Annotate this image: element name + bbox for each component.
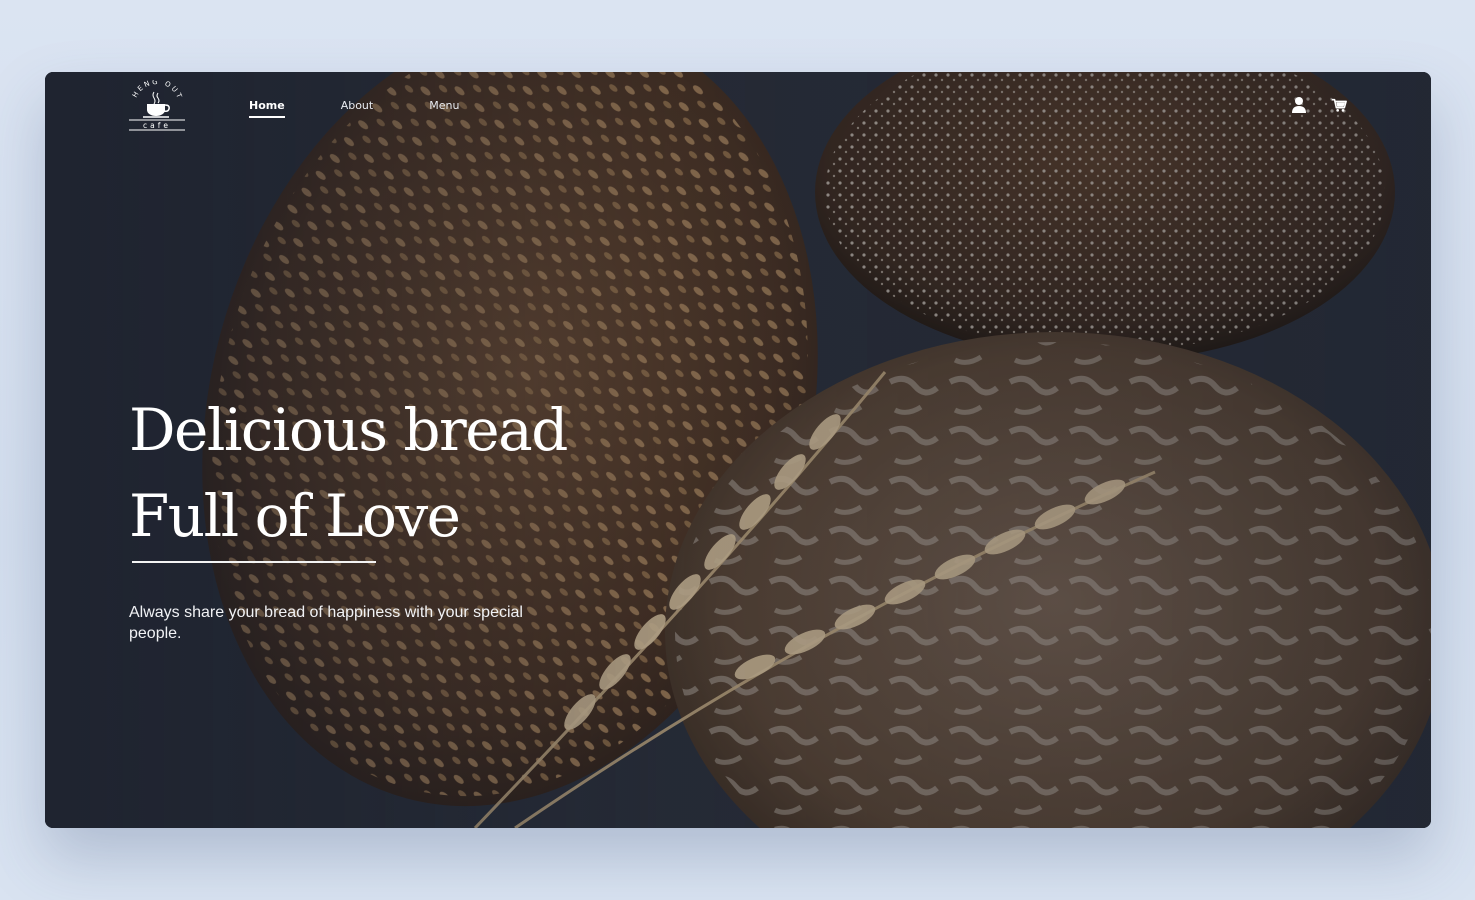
user-icon[interactable]	[1291, 96, 1307, 114]
nav-links: Home About Menu	[249, 99, 515, 118]
hero-headline-line-1: Delicious bread	[129, 396, 568, 464]
nav-actions	[1291, 96, 1347, 114]
cart-icon[interactable]	[1331, 96, 1347, 114]
top-nav: HENG OUT cafe Home About Menu	[45, 72, 1431, 142]
hero-section: HENG OUT cafe Home About Menu Delicious …	[45, 72, 1431, 828]
hero-tagline: Always share your bread of happiness wit…	[129, 604, 523, 642]
nav-item-menu[interactable]: Menu	[429, 99, 459, 112]
svg-text:cafe: cafe	[143, 121, 171, 130]
headline-divider	[132, 561, 376, 563]
brand-logo[interactable]: HENG OUT cafe	[127, 78, 187, 134]
nav-item-about[interactable]: About	[341, 99, 374, 112]
hero-headline: Delicious bread Full of Love	[129, 387, 568, 559]
hero-headline-line-2: Full of Love	[129, 482, 461, 550]
nav-item-home[interactable]: Home	[249, 99, 285, 118]
cafe-logo-icon: HENG OUT cafe	[129, 78, 185, 131]
